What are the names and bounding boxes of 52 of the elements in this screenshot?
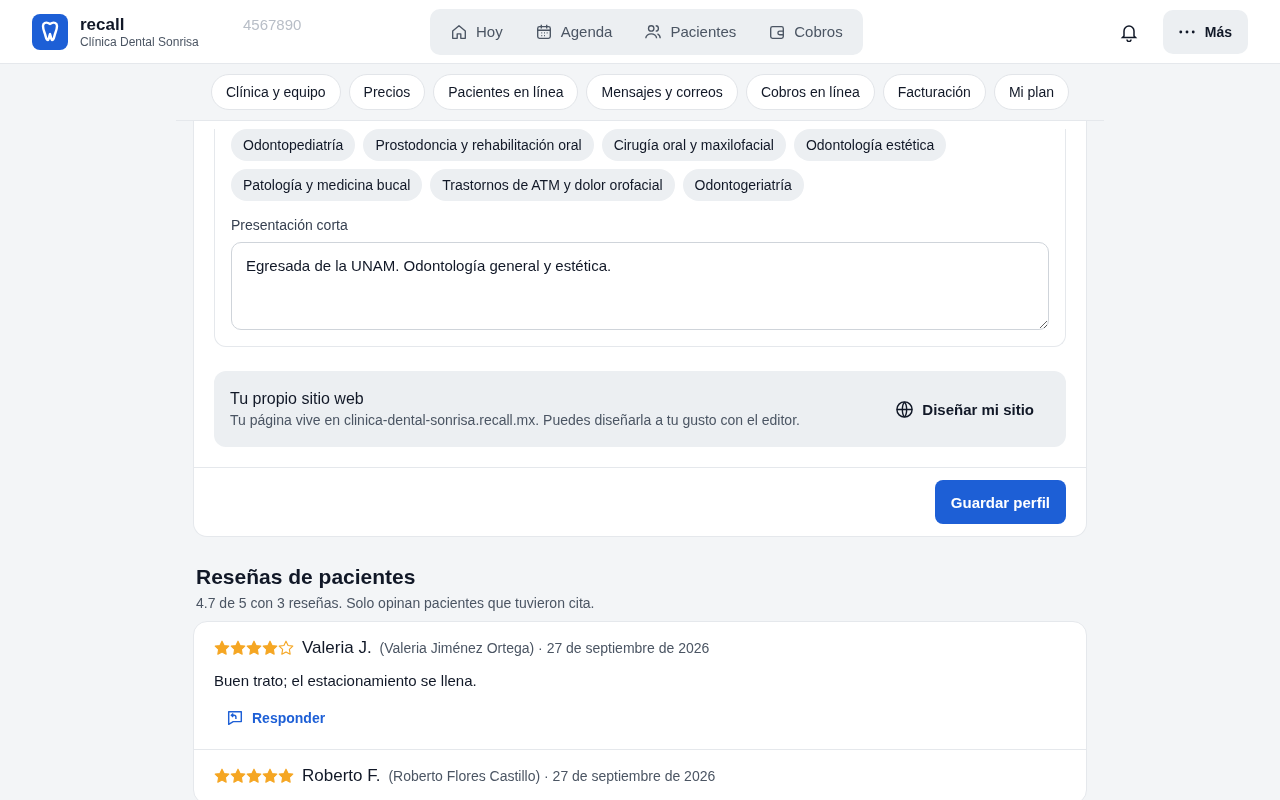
section-tab[interactable]: Mi plan (993, 74, 1069, 110)
reply-icon (226, 709, 244, 727)
reviews-summary: 4.7 de 5 con 3 reseñas. Solo opinan pacientes que tuvieron cita. (196, 595, 596, 611)
tooth-logo-icon (32, 13, 68, 50)
reviewer-name: Roberto F. (302, 766, 381, 786)
calendar-icon (534, 22, 553, 41)
save-profile-button[interactable]: Guardar perfil (934, 480, 1066, 524)
clinic-name: Clínica Dental Sonrisa (80, 34, 199, 49)
specialty-chip[interactable]: Odontopediatría (231, 129, 356, 161)
section-title: Reseñas de pacientes (196, 565, 417, 589)
filled-star-icon (214, 640, 230, 656)
more-icon (1178, 29, 1195, 34)
field-value: 4567890 (243, 16, 302, 33)
section-tab[interactable]: Pacientes en línea (433, 74, 579, 110)
nav-tab[interactable]: Hoy (434, 12, 519, 51)
section-tab[interactable]: Cobros en línea (745, 74, 875, 110)
website-description: Tu página vive en clinica-dental-sonrisa.recall.mx. Puedes diseñarla a tu gusto con el editor. (230, 412, 800, 428)
website-title: Tu propio sitio web (230, 390, 365, 408)
specialty-chip[interactable]: Odontogeriatría (682, 169, 804, 201)
nav-tab[interactable]: Agenda (518, 12, 629, 51)
more-button[interactable]: Más (1162, 9, 1248, 54)
section-tab[interactable]: Precios (348, 74, 426, 110)
reply-button[interactable]: Responder (214, 703, 338, 733)
section-tab[interactable]: Clínica y equipo (210, 74, 341, 110)
filled-star-icon (278, 768, 294, 784)
nav-tab[interactable]: Cobros (752, 12, 859, 51)
specialty-chip[interactable]: Prostodoncia y rehabilitación oral (363, 129, 594, 161)
globe-icon (895, 399, 915, 419)
reviewer-name: Valeria J. (302, 638, 372, 658)
nav-tab[interactable]: Pacientes (628, 12, 753, 51)
specialty-chip[interactable]: Patología y medicina bucal (231, 169, 423, 201)
filled-star-icon (230, 640, 246, 656)
filled-star-icon (246, 768, 262, 784)
specialty-chip[interactable]: Odontología estética (793, 129, 947, 161)
house-icon (450, 22, 468, 41)
section-tab[interactable]: Facturación (882, 74, 986, 110)
filled-star-icon (230, 768, 246, 784)
review-text: Buen trato; el estacionamiento se llena. (214, 672, 478, 689)
design-site-button[interactable]: Diseñar mi sitio (879, 391, 1050, 427)
field-label: Presentación corta (231, 217, 349, 233)
specialty-chip[interactable]: Trastornos de ATM y dolor orofacial (430, 169, 675, 201)
users-icon (644, 22, 663, 41)
filled-star-icon (246, 640, 262, 656)
bio-field[interactable]: Egresada de la UNAM. Odontología general y estética. (231, 242, 1049, 330)
filled-star-icon (262, 768, 278, 784)
section-tab[interactable]: Mensajes y correos (586, 74, 738, 110)
filled-star-icon (262, 640, 278, 656)
filled-star-icon (214, 768, 230, 784)
review-meta: (Roberto Flores Castillo) · 27 de septiembre de 2026 (388, 768, 716, 784)
review-meta: (Valeria Jiménez Ortega) · 27 de septiembre de 2026 (379, 640, 710, 656)
app-name: recall (80, 14, 126, 35)
specialty-chip[interactable]: Cirugía oral y maxilofacial (601, 129, 786, 161)
